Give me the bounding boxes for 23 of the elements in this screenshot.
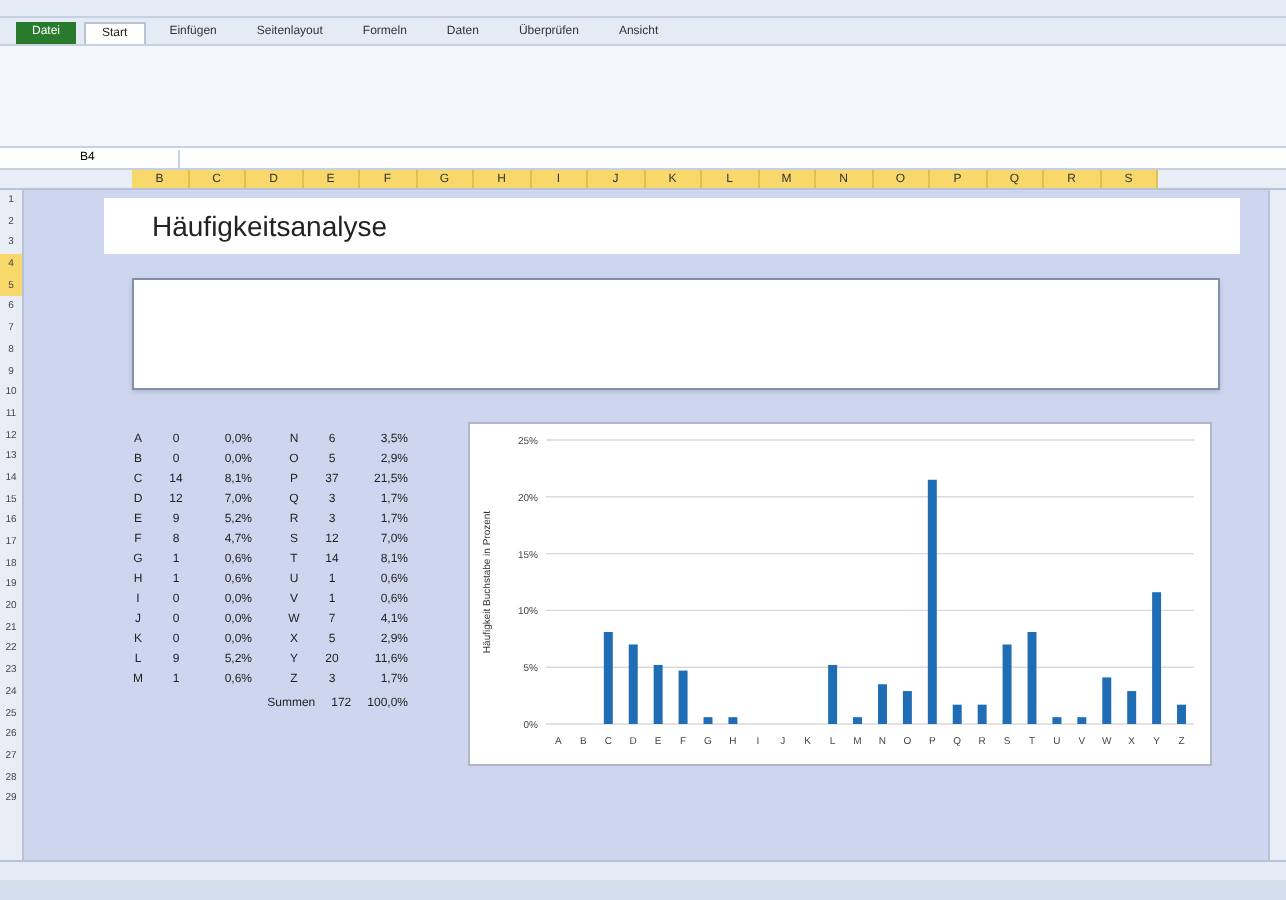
bar <box>1027 632 1037 724</box>
bar <box>952 704 962 724</box>
bar <box>703 717 713 724</box>
bar <box>1127 691 1137 724</box>
bar <box>902 691 912 724</box>
bar <box>878 684 887 724</box>
bar <box>1052 717 1062 724</box>
bar <box>628 644 638 724</box>
text-box[interactable] <box>132 278 1220 390</box>
bar <box>1002 644 1012 724</box>
bar <box>678 670 688 724</box>
bar <box>1152 592 1162 724</box>
bar <box>1077 717 1087 724</box>
vertical-scrollbar[interactable] <box>1268 190 1286 860</box>
bar <box>603 632 613 724</box>
bar <box>977 704 987 724</box>
bar <box>1177 704 1186 724</box>
bar <box>653 664 663 724</box>
bar <box>853 717 862 724</box>
bar <box>728 717 738 724</box>
bar <box>828 664 838 724</box>
bar <box>1102 677 1112 724</box>
sheet-title: Häufigkeitsanalyse <box>152 207 388 246</box>
